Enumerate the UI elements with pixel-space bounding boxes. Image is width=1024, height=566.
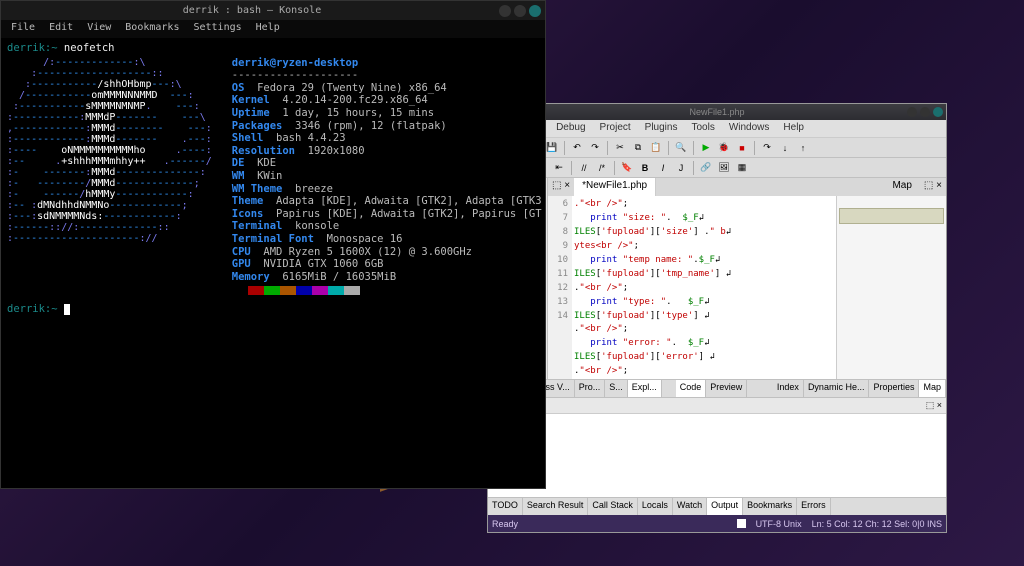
tab-map[interactable]: Map xyxy=(919,380,946,397)
status-cursor: Ln: 5 Col: 12 Ch: 12 Sel: 0|0 INS xyxy=(812,519,942,529)
ide-menu-plugins[interactable]: Plugins xyxy=(639,122,684,135)
ide-toolbar-1: 📄 📂 💾 💾 ↶ ↷ ✂ ⧉ 📋 🔍 ▶ 🐞 ■ ↷ ↓ ↑ xyxy=(488,138,946,158)
search-icon[interactable]: 🔍 xyxy=(673,140,689,156)
prompt-user: derrik: xyxy=(7,42,51,54)
ide-minimize-icon[interactable] xyxy=(907,107,917,117)
terminal-titlebar[interactable]: derrik : bash — Konsole xyxy=(1,1,545,20)
step-out-icon[interactable]: ↑ xyxy=(795,140,811,156)
editor-tabs: ⬚ × *NewFile1.php Map ⬚ × xyxy=(548,178,946,196)
tab-preview[interactable]: Preview xyxy=(706,380,747,397)
justify-icon[interactable]: J xyxy=(673,160,689,176)
ide-close-icon[interactable] xyxy=(933,107,943,117)
tab-project[interactable]: Pro... xyxy=(575,380,606,397)
status-ready: Ready xyxy=(492,519,518,529)
prompt-path: ~ xyxy=(51,42,57,54)
tab-watch[interactable]: Watch xyxy=(673,498,707,515)
tab-dynamichelp[interactable]: Dynamic He... xyxy=(804,380,870,397)
ide-window: NewFile1.php sh View Debug Project Plugi… xyxy=(487,103,947,533)
ide-statusbar: Ready UTF-8 Unix Ln: 5 Col: 12 Ch: 12 Se… xyxy=(488,515,946,532)
tab-newfile1[interactable]: *NewFile1.php xyxy=(574,178,656,196)
map-close-icon[interactable]: ⬚ × xyxy=(920,178,946,196)
tab-locals[interactable]: Locals xyxy=(638,498,673,515)
terminal-window: derrik : bash — Konsole File Edit View B… xyxy=(0,0,546,489)
outdent-icon[interactable]: ⇤ xyxy=(551,160,567,176)
cursor-icon xyxy=(64,304,70,315)
status-encoding: UTF-8 Unix xyxy=(756,519,802,529)
tab-properties[interactable]: Properties xyxy=(869,380,919,397)
copy-icon[interactable]: ⧉ xyxy=(630,140,646,156)
ide-title: NewFile1.php xyxy=(689,107,744,117)
menu-edit[interactable]: Edit xyxy=(43,22,79,36)
ide-titlebar[interactable]: NewFile1.php xyxy=(488,104,946,120)
paste-icon[interactable]: 📋 xyxy=(648,140,664,156)
menu-bookmarks[interactable]: Bookmarks xyxy=(119,22,185,36)
image-icon[interactable]: 🖼 xyxy=(716,160,732,176)
minimize-icon[interactable] xyxy=(499,5,511,17)
info-separator: -------------------- xyxy=(232,69,358,81)
tab-bookmarks[interactable]: Bookmarks xyxy=(743,498,797,515)
maximize-icon[interactable] xyxy=(514,5,526,17)
ide-maximize-icon[interactable] xyxy=(920,107,930,117)
link-icon[interactable]: 🔗 xyxy=(698,160,714,176)
menu-view[interactable]: View xyxy=(81,22,117,36)
table-icon[interactable]: ▦ xyxy=(734,160,750,176)
tab-callstack[interactable]: Call Stack xyxy=(588,498,638,515)
ide-menu-help[interactable]: Help xyxy=(777,122,810,135)
status-checkbox[interactable] xyxy=(737,519,746,528)
terminal-command: neofetch xyxy=(64,42,115,54)
neofetch-info: derrik@ryzen-desktop -------------------… xyxy=(232,57,542,296)
tab-explorer[interactable]: Expl... xyxy=(628,380,662,397)
tab-index[interactable]: Index xyxy=(773,380,804,397)
minimap-viewport[interactable] xyxy=(839,208,944,224)
terminal-title: derrik : bash — Konsole xyxy=(5,5,499,16)
close-icon[interactable] xyxy=(529,5,541,17)
code-editor[interactable]: 67891011121314 ."<br />"; print "size: "… xyxy=(548,196,946,379)
tab-errors[interactable]: Errors xyxy=(797,498,831,515)
bold-icon[interactable]: B xyxy=(637,160,653,176)
color-palette xyxy=(232,286,542,295)
ide-menu-debug[interactable]: Debug xyxy=(550,122,591,135)
tab-s[interactable]: S... xyxy=(605,380,628,397)
tab-close-icon[interactable]: ⬚ × xyxy=(548,178,574,196)
menu-help[interactable]: Help xyxy=(250,22,286,36)
minimap[interactable] xyxy=(836,196,946,379)
ide-menu-tools[interactable]: Tools xyxy=(685,122,720,135)
bookmark-icon[interactable]: 🔖 xyxy=(619,160,635,176)
terminal-body[interactable]: derrik:~ neofetch /:-------------:\ :---… xyxy=(1,38,545,320)
cut-icon[interactable]: ✂ xyxy=(612,140,628,156)
debug-icon[interactable]: 🐞 xyxy=(716,140,732,156)
prompt-user-2: derrik: xyxy=(7,303,51,315)
map-panel-label[interactable]: Map xyxy=(884,178,919,196)
comment-icon[interactable]: // xyxy=(576,160,592,176)
step-over-icon[interactable]: ↷ xyxy=(759,140,775,156)
ide-menu-project[interactable]: Project xyxy=(594,122,637,135)
terminal-menubar: File Edit View Bookmarks Settings Help xyxy=(1,20,545,38)
italic-icon[interactable]: I xyxy=(655,160,671,176)
ide-menu-windows[interactable]: Windows xyxy=(723,122,776,135)
ide-menubar: sh View Debug Project Plugins Tools Wind… xyxy=(488,120,946,138)
run-icon[interactable]: ▶ xyxy=(698,140,714,156)
menu-file[interactable]: File xyxy=(5,22,41,36)
ide-panel-tabs-1: Struct... Class V... Pro... S... Expl...… xyxy=(488,379,946,397)
undo-icon[interactable]: ↶ xyxy=(569,140,585,156)
menu-settings[interactable]: Settings xyxy=(187,22,247,36)
ide-toolbar-2: ← → ⇥ ⇤ // /* 🔖 B I J 🔗 🖼 ▦ xyxy=(488,158,946,178)
line-gutter: 67891011121314 xyxy=(548,196,572,379)
output-panel: Output ⬚ × xyxy=(488,397,946,497)
code-lines[interactable]: ."<br />"; print "size: ". $_F↲ILES['fup… xyxy=(572,196,836,379)
uncomment-icon[interactable]: /* xyxy=(594,160,610,176)
save-all-icon[interactable]: 💾 xyxy=(544,140,560,156)
output-close-icon[interactable]: ⬚ × xyxy=(926,400,942,411)
step-into-icon[interactable]: ↓ xyxy=(777,140,793,156)
redo-icon[interactable]: ↷ xyxy=(587,140,603,156)
tab-searchresult[interactable]: Search Result xyxy=(523,498,589,515)
tab-todo[interactable]: TODO xyxy=(488,498,523,515)
neofetch-ascii-logo: /:-------------:\ :-------------------::… xyxy=(7,57,212,296)
stop-icon[interactable]: ■ xyxy=(734,140,750,156)
tab-code[interactable]: Code xyxy=(676,380,707,397)
tab-output[interactable]: Output xyxy=(707,498,743,515)
info-user-host: derrik@ryzen-desktop xyxy=(232,57,358,69)
ide-panel-tabs-2: TODO Search Result Call Stack Locals Wat… xyxy=(488,497,946,515)
